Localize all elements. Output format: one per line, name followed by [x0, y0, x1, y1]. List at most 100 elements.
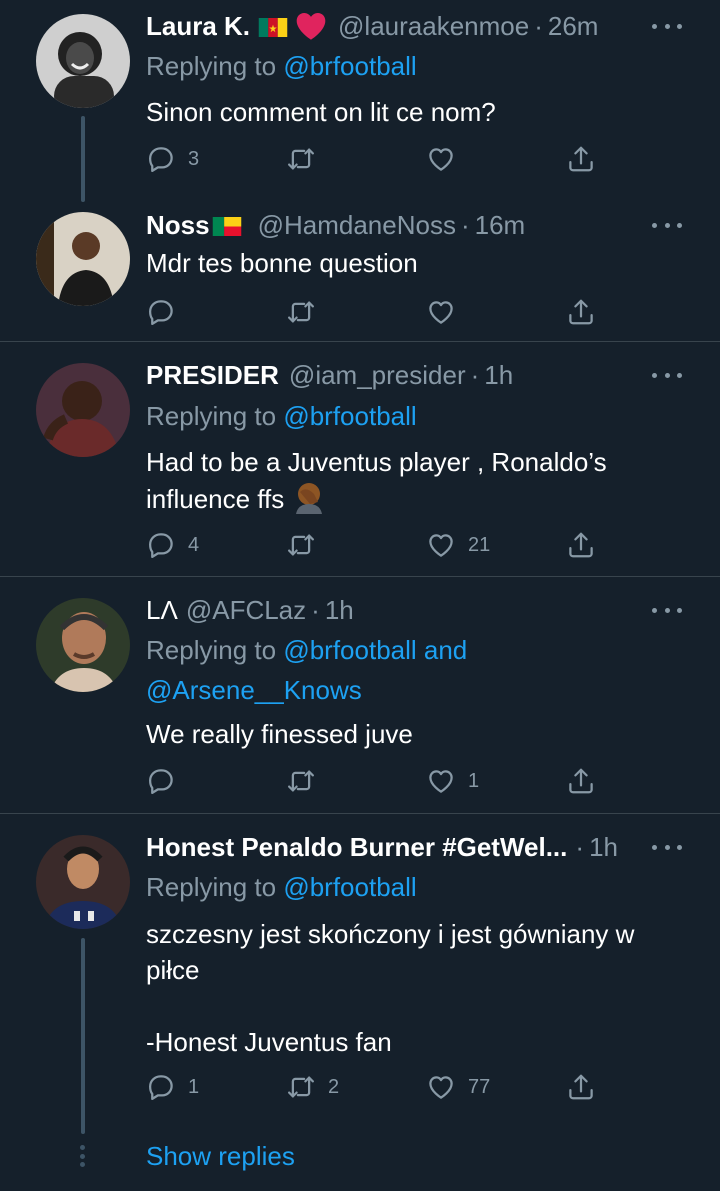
reply-icon	[146, 1072, 176, 1102]
author-name[interactable]: Honest Penaldo Burner #GetWel...	[146, 832, 567, 863]
avatar[interactable]	[36, 363, 130, 457]
separator-dot: ·	[460, 209, 470, 240]
author-name[interactable]: PRESIDER	[146, 360, 279, 391]
author-name[interactable]: Noss	[146, 210, 210, 241]
share-icon	[566, 530, 596, 560]
avatar[interactable]	[36, 14, 130, 108]
share-icon	[566, 766, 596, 796]
tweet-time[interactable]: 1h	[325, 595, 354, 626]
retweet-icon	[286, 1072, 316, 1102]
author-name[interactable]: LΛ	[146, 595, 178, 626]
avatar[interactable]	[36, 835, 130, 929]
heart-icon	[426, 1072, 456, 1102]
more-options-icon[interactable]	[652, 16, 682, 36]
replying-to: Replying to @brfootball	[146, 396, 417, 436]
thread-continuation-dots	[80, 1145, 86, 1167]
reply-count: 3	[188, 147, 200, 170]
tweet-presider[interactable]: PRESIDER @iam_presider · 1h Replying to …	[0, 342, 720, 576]
red-heart-emoji	[294, 11, 328, 41]
tweet-text: Mdr tes bonne question	[146, 248, 418, 278]
reply-button[interactable]	[146, 295, 176, 329]
tweet-time[interactable]: 1h	[589, 832, 618, 863]
retweet-button[interactable]	[286, 295, 316, 329]
replying-prefix: Replying to	[146, 635, 284, 665]
heart-icon	[426, 530, 456, 560]
like-button[interactable]	[426, 142, 456, 176]
heart-icon	[426, 144, 456, 174]
share-button[interactable]	[566, 764, 596, 798]
tweet-time[interactable]: 16m	[475, 210, 526, 241]
share-button[interactable]	[566, 295, 596, 329]
retweet-button[interactable]	[286, 764, 316, 798]
mention-link[interactable]: @brfootball	[283, 872, 416, 902]
share-button[interactable]	[566, 1070, 596, 1104]
retweet-button[interactable]	[286, 142, 316, 176]
author-handle[interactable]: @HamdaneNoss	[258, 210, 456, 241]
share-icon	[566, 297, 596, 327]
more-options-icon[interactable]	[652, 600, 682, 620]
separator-dot: ·	[470, 359, 480, 390]
share-button[interactable]	[566, 528, 596, 562]
author-handle[interactable]: @iam_presider	[289, 360, 466, 391]
retweet-count: 2	[328, 1075, 340, 1098]
heart-icon	[426, 766, 456, 796]
more-options-icon[interactable]	[652, 837, 682, 857]
like-count: 21	[468, 533, 491, 556]
reply-count: 4	[188, 533, 200, 556]
share-icon	[566, 1072, 596, 1102]
thread-line	[81, 116, 85, 202]
more-options-icon[interactable]	[652, 365, 682, 385]
retweet-button[interactable]	[286, 528, 316, 562]
like-button[interactable]	[426, 295, 456, 329]
like-button[interactable]: 1	[426, 764, 479, 798]
tweet-text-line: influence ffs	[146, 484, 285, 514]
share-button[interactable]	[566, 142, 596, 176]
mention-link[interactable]: @brfootball and	[283, 635, 467, 665]
tweet-actions: 4 21	[146, 528, 606, 562]
tweet-time[interactable]: 1h	[484, 360, 513, 391]
replying-to: Replying to @brfootball	[146, 867, 417, 907]
like-count: 77	[468, 1075, 491, 1098]
tweet-actions	[146, 295, 606, 329]
tweet-text-line: piłce	[146, 955, 200, 985]
avatar[interactable]	[36, 598, 130, 692]
author-name[interactable]: Laura K.	[146, 11, 250, 42]
thread-line	[81, 938, 85, 1134]
retweet-icon	[286, 297, 316, 327]
tweet-actions: 1 2 77	[146, 1070, 606, 1104]
tweet-laura[interactable]: Laura K. @lauraakenmoe · 26m Replying to…	[0, 0, 720, 205]
reply-icon	[146, 766, 176, 796]
tweet-time[interactable]: 26m	[548, 11, 599, 42]
cameroon-flag-emoji	[258, 17, 288, 37]
like-button[interactable]: 77	[426, 1070, 490, 1104]
tweet-text-line: szczesny jest skończony i jest gówniany …	[146, 919, 635, 949]
separator-dot: ·	[311, 594, 320, 625]
retweet-button[interactable]: 2	[286, 1070, 339, 1104]
reply-button[interactable]: 3	[146, 142, 199, 176]
author-handle[interactable]: @lauraakenmoe	[338, 11, 529, 42]
retweet-icon	[286, 530, 316, 560]
replying-prefix: Replying to	[146, 872, 284, 902]
mention-link[interactable]: @brfootball	[283, 401, 416, 431]
show-replies-link[interactable]: Show replies	[146, 1138, 295, 1174]
reply-button[interactable]: 4	[146, 528, 199, 562]
reply-count: 1	[188, 1075, 200, 1098]
reply-button[interactable]	[146, 764, 176, 798]
replying-to: Replying to @brfootball	[146, 46, 417, 86]
separator-dot: ·	[534, 10, 543, 41]
more-options-icon[interactable]	[652, 215, 682, 235]
retweet-icon	[286, 144, 316, 174]
reply-icon	[146, 530, 176, 560]
mention-link[interactable]: @brfootball	[283, 51, 416, 81]
mention-link[interactable]: @Arsene__Knows	[146, 675, 362, 705]
tweet-noss[interactable]: Noss @HamdaneNoss · 16m Mdr tes bonne qu…	[0, 205, 720, 341]
like-button[interactable]: 21	[426, 528, 490, 562]
tweet-honest-penaldo[interactable]: Honest Penaldo Burner #GetWel... · 1h Re…	[0, 814, 720, 1134]
tweet-la[interactable]: LΛ @AFCLaz · 1h Replying to @brfootball …	[0, 577, 720, 813]
benin-flag-emoji	[212, 216, 242, 236]
heart-icon	[426, 297, 456, 327]
avatar[interactable]	[36, 212, 130, 306]
reply-icon	[146, 297, 176, 327]
reply-button[interactable]: 1	[146, 1070, 199, 1104]
author-handle[interactable]: @AFCLaz	[186, 595, 306, 626]
